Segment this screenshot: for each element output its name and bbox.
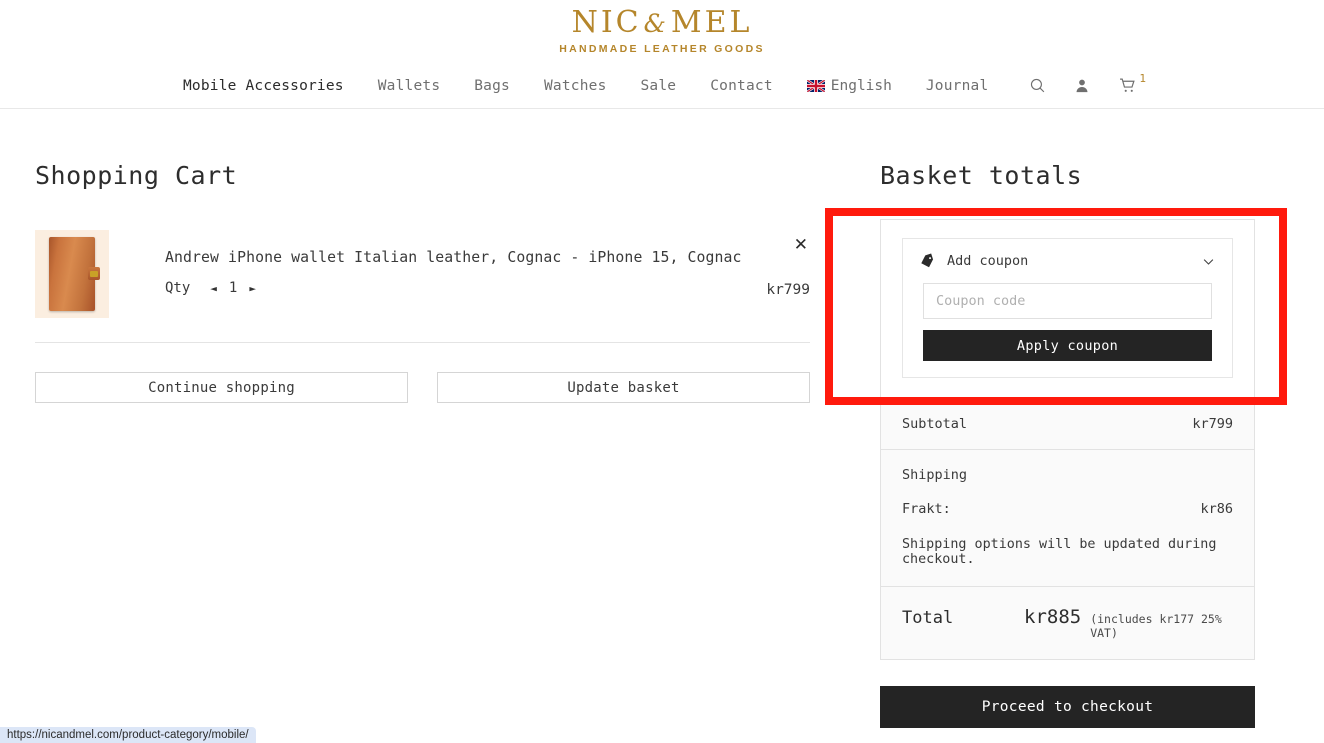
coupon-card: Add coupon Apply coupon [902, 238, 1233, 378]
cart-column: Shopping Cart Andrew iPhone wallet Itali… [35, 161, 810, 728]
site-header: NIC&MEL HANDMADE LEATHER GOODS Mobile Ac… [0, 0, 1324, 109]
remove-item-icon[interactable]: ✕ [794, 236, 808, 253]
logo-wordmark: NIC&MEL [0, 6, 1324, 39]
cart-icon[interactable]: 1 [1104, 72, 1158, 94]
language-switcher[interactable]: English [790, 78, 909, 94]
logo-part-2: MEL [670, 5, 753, 40]
shipping-method-label: Frakt: [902, 501, 951, 517]
product-thumbnail[interactable] [35, 230, 109, 318]
coupon-header-label: Add coupon [947, 253, 1029, 269]
coupon-toggle[interactable]: Add coupon [903, 239, 1232, 283]
coupon-tag-icon [919, 253, 935, 269]
subtotal-value: kr799 [1192, 416, 1233, 432]
basket-totals-title: Basket totals [880, 161, 1083, 190]
quantity-value[interactable]: 1 [221, 280, 245, 296]
page-root: NIC&MEL HANDMADE LEATHER GOODS Mobile Ac… [0, 0, 1324, 743]
browser-status-bar: https://nicandmel.com/product-category/m… [0, 727, 256, 743]
nav-item-journal[interactable]: Journal [909, 78, 1006, 94]
subtotal-label: Subtotal [902, 416, 968, 432]
header-icon-group: 1 [1005, 72, 1158, 94]
logo-ampersand: & [643, 9, 669, 38]
cart-line-item: Andrew iPhone wallet Italian leather, Co… [35, 230, 810, 343]
nav-item-mobile-accessories[interactable]: Mobile Accessories [166, 78, 361, 94]
page-title: Shopping Cart [35, 161, 238, 190]
quantity-label: Qty [165, 280, 191, 297]
nav-item-bags[interactable]: Bags [457, 78, 527, 94]
language-label: English [830, 77, 892, 94]
uk-flag-icon [806, 79, 825, 92]
logo-part-1: NIC [571, 5, 642, 40]
site-logo[interactable]: NIC&MEL HANDMADE LEATHER GOODS [0, 0, 1324, 55]
nav-item-watches[interactable]: Watches [527, 78, 624, 94]
subtotal-row: Subtotal kr799 [881, 399, 1254, 450]
nav-item-sale[interactable]: Sale [624, 78, 694, 94]
proceed-to-checkout-button[interactable]: Proceed to checkout [880, 686, 1255, 728]
shipping-method-line: Frakt: kr86 [902, 501, 1233, 517]
total-row: Total kr885 (includes kr177 25% VAT) [881, 587, 1254, 660]
shipping-row: Shipping Frakt: kr86 Shipping options wi… [881, 450, 1254, 587]
nav-item-contact[interactable]: Contact [693, 78, 790, 94]
coupon-code-input[interactable] [923, 283, 1212, 319]
quantity-increase-button[interactable]: ► [245, 282, 260, 295]
totals-column: Basket totals Add coupon Coupon code App… [810, 161, 1255, 728]
main-content: Shopping Cart Andrew iPhone wallet Itali… [0, 161, 1324, 728]
product-price: kr799 [766, 282, 810, 298]
basket-totals-panel: Add coupon Apply coupon [880, 219, 1255, 660]
wallet-clasp [90, 271, 98, 277]
total-amount: kr885 [1024, 606, 1082, 628]
shipping-label: Shipping [902, 467, 968, 483]
cart-actions: Continue shopping Update basket [35, 372, 810, 403]
coupon-section: Add coupon Apply coupon [881, 220, 1254, 399]
product-image-wallet [49, 237, 100, 311]
nav-item-wallets[interactable]: Wallets [361, 78, 458, 94]
apply-coupon-button[interactable]: Apply coupon [923, 330, 1212, 361]
quantity-stepper: Qty ◄ 1 ► [165, 280, 810, 296]
quantity-decrease-button[interactable]: ◄ [206, 282, 221, 295]
update-basket-button[interactable]: Update basket [437, 372, 810, 403]
cart-count-badge: 1 [1139, 72, 1146, 85]
total-vat-note: (includes kr177 25% VAT) [1090, 612, 1222, 640]
main-navigation: Mobile Accessories Wallets Bags Watches … [0, 67, 1324, 109]
search-icon[interactable] [1015, 77, 1060, 94]
coupon-body: Apply coupon [903, 283, 1232, 377]
continue-shopping-button[interactable]: Continue shopping [35, 372, 408, 403]
account-icon[interactable] [1060, 77, 1104, 94]
cart-item-details: Andrew iPhone wallet Italian leather, Co… [109, 230, 810, 296]
product-name[interactable]: Andrew iPhone wallet Italian leather, Co… [165, 248, 810, 267]
total-label: Total [902, 608, 954, 628]
shipping-method-value: kr86 [1200, 501, 1233, 517]
chevron-down-icon[interactable] [1201, 254, 1216, 269]
logo-tagline: HANDMADE LEATHER GOODS [559, 43, 765, 55]
shipping-note: Shipping options will be updated during … [902, 537, 1217, 567]
